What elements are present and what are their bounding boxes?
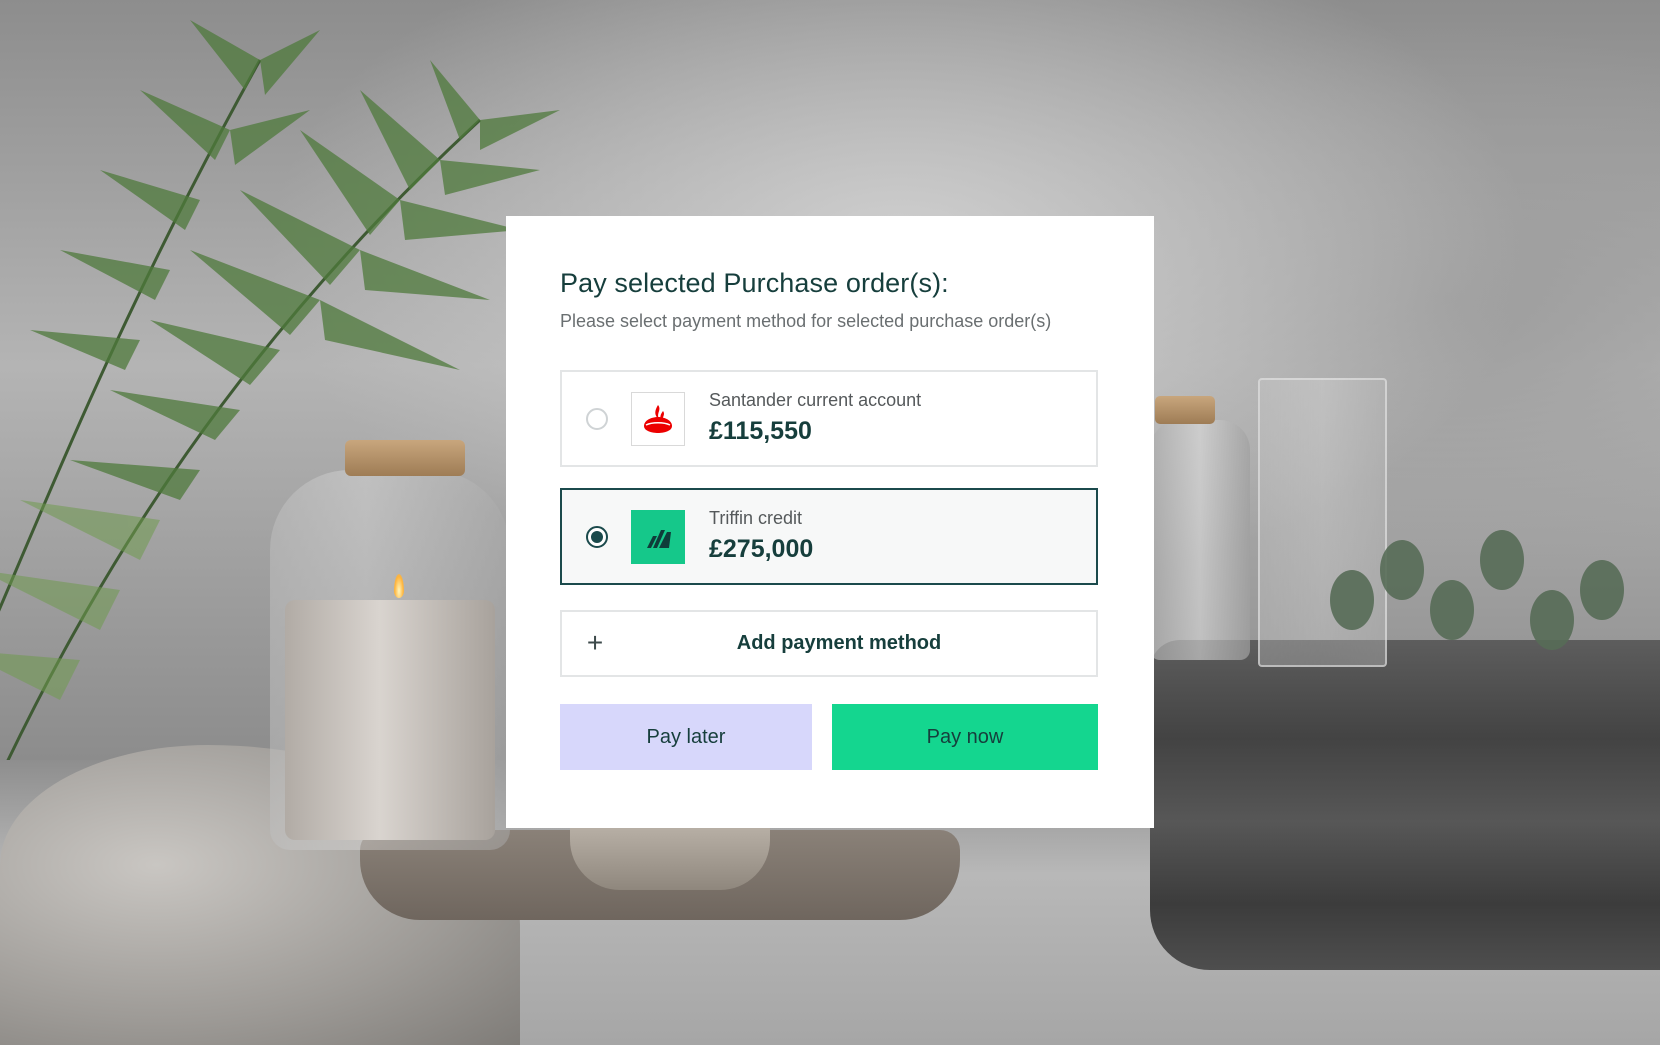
eucalyptus-leaf — [1480, 530, 1524, 590]
eucalyptus-leaf — [1330, 570, 1374, 630]
payment-dialog: Pay selected Purchase order(s): Please s… — [506, 216, 1154, 828]
payment-option-triffin[interactable]: Triffin credit £275,000 — [560, 488, 1098, 585]
radio-button-selected[interactable] — [586, 526, 608, 548]
payment-option-amount: £275,000 — [709, 535, 814, 563]
santander-logo-icon — [631, 392, 685, 446]
dialog-subtitle: Please select payment method for selecte… — [560, 311, 1052, 331]
stone-bowl-image — [570, 820, 770, 890]
eucalyptus-leaf — [1380, 540, 1424, 600]
folded-towels-image — [1150, 640, 1660, 970]
triffin-logo-icon — [631, 510, 685, 564]
dialog-title: Pay selected Purchase order(s): — [560, 268, 949, 298]
eucalyptus-leaf — [1580, 560, 1624, 620]
pay-now-button[interactable]: Pay now — [832, 704, 1098, 770]
payment-option-santander[interactable]: Santander current account £115,550 — [560, 370, 1098, 467]
small-jar-image — [1150, 420, 1250, 660]
radio-button-unselected[interactable] — [586, 408, 608, 430]
candle-image — [285, 600, 495, 840]
payment-option-label: Triffin credit — [709, 508, 803, 528]
pay-later-button[interactable]: Pay later — [560, 704, 812, 770]
eucalyptus-leaf — [1430, 580, 1474, 640]
payment-option-label: Santander current account — [709, 390, 922, 410]
drinking-glass-image — [1258, 378, 1387, 667]
small-jar-cork-image — [1155, 396, 1215, 424]
eucalyptus-leaf — [1530, 590, 1574, 650]
payment-option-amount: £115,550 — [709, 417, 812, 445]
add-payment-method-label: Add payment method — [736, 632, 942, 654]
add-payment-method-button[interactable]: + Add payment method — [560, 610, 1098, 677]
jar-cork-image — [345, 440, 465, 476]
